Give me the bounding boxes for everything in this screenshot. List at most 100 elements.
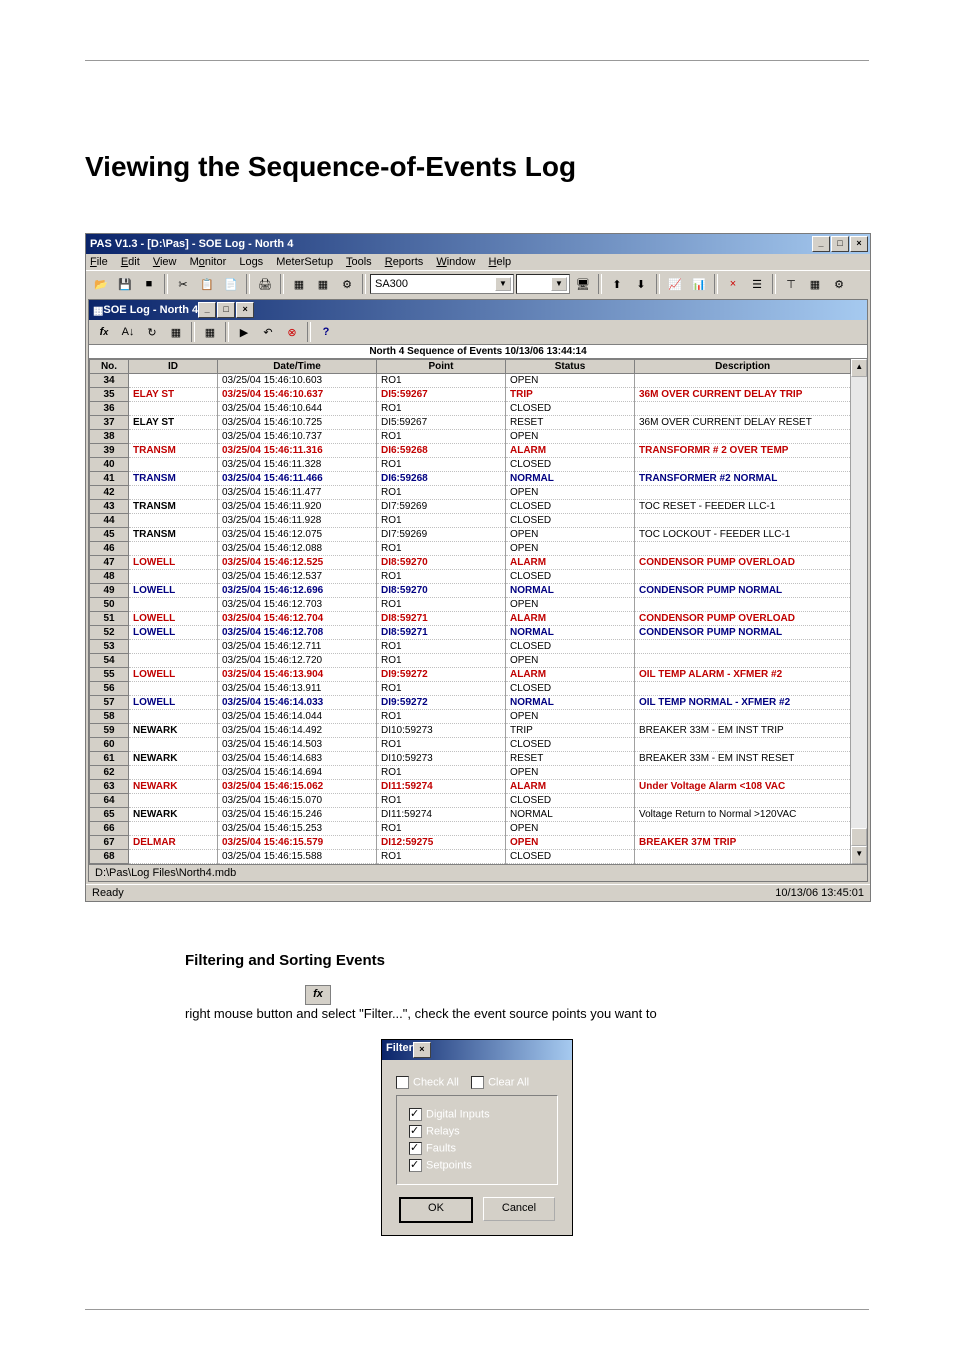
tool3-icon[interactable]: ⚙ [828,273,850,295]
refresh-icon[interactable]: ↻ [141,321,163,343]
select-icon[interactable]: ▦ [199,321,221,343]
menu-help[interactable]: Help [489,256,512,268]
menu-edit[interactable]: Edit [121,256,140,268]
close2-icon[interactable]: ⊗ [281,321,303,343]
device-combo[interactable] [516,274,570,294]
menu-logs[interactable]: Logs [239,256,263,268]
table-row[interactable]: 45TRANSM03/25/04 15:46:12.075DI7:59269OP… [90,528,851,542]
close-button[interactable]: × [850,236,868,252]
grid2-icon[interactable]: ▦ [312,273,334,295]
table-row[interactable]: 4803/25/04 15:46:12.537RO1CLOSED [90,570,851,584]
menu-view[interactable]: View [153,256,177,268]
table-row[interactable]: 37ELAY ST03/25/04 15:46:10.725DI5:59267R… [90,416,851,430]
relays-checkbox[interactable] [409,1125,422,1138]
col-status[interactable]: Status [506,360,635,374]
save-icon[interactable]: 💾 [114,273,136,295]
table-row[interactable]: 5603/25/04 15:46:13.911RO1CLOSED [90,682,851,696]
table-row[interactable]: 51LOWELL03/25/04 15:46:12.704DI8:59271AL… [90,612,851,626]
help-icon[interactable]: ? [315,321,337,343]
maximize-button[interactable]: □ [831,236,849,252]
table-row[interactable]: 5003/25/04 15:46:12.703RO1OPEN [90,598,851,612]
copy-icon[interactable]: 📋 [196,273,218,295]
table-row[interactable]: 65NEWARK03/25/04 15:46:15.246DI11:59274N… [90,808,851,822]
download-icon[interactable]: ⬇ [630,273,652,295]
filter-titlebar[interactable]: Filter × [382,1040,572,1060]
menu-monitor[interactable]: Monitor [190,256,227,268]
inner-titlebar[interactable]: ▦ SOE Log - North 4 _ □ × [89,300,867,320]
table-row[interactable]: 49LOWELL03/25/04 15:46:12.696DI8:59270NO… [90,584,851,598]
upload-icon[interactable]: ⬆ [606,273,628,295]
scroll-up-icon[interactable]: ▲ [851,359,867,377]
table-row[interactable]: 35ELAY ST03/25/04 15:46:10.637DI5:59267T… [90,388,851,402]
setpoints-checkbox[interactable] [409,1159,422,1172]
props-icon[interactable]: ▦ [165,321,187,343]
table-row[interactable]: 67DELMAR03/25/04 15:46:15.579DI12:59275O… [90,836,851,850]
table-row[interactable]: 4403/25/04 15:46:11.928RO1CLOSED [90,514,851,528]
vertical-scrollbar[interactable]: ▲ ▼ [851,359,867,864]
config-icon[interactable]: ⚙ [336,273,358,295]
table-row[interactable]: 59NEWARK03/25/04 15:46:14.492DI10:59273T… [90,724,851,738]
table-row[interactable]: 6003/25/04 15:46:14.503RO1CLOSED [90,738,851,752]
table-row[interactable]: 4003/25/04 15:46:11.328RO1CLOSED [90,458,851,472]
table-row[interactable]: 3603/25/04 15:46:10.644RO1CLOSED [90,402,851,416]
table-row[interactable]: 4603/25/04 15:46:12.088RO1OPEN [90,542,851,556]
undo-icon[interactable]: ↶ [257,321,279,343]
col-datetime[interactable]: Date/Time [218,360,377,374]
minimize-button[interactable]: _ [812,236,830,252]
table-row[interactable]: 3803/25/04 15:46:10.737RO1OPEN [90,430,851,444]
check-all-checkbox[interactable] [396,1076,409,1089]
inner-close-button[interactable]: × [236,302,254,318]
chart2-icon[interactable]: 📊 [688,273,710,295]
inner-maximize-button[interactable]: □ [217,302,235,318]
col-no[interactable]: No. [90,360,129,374]
scroll-down-icon[interactable]: ▼ [851,846,867,864]
grid1-icon[interactable]: ▦ [288,273,310,295]
table-row[interactable]: 57LOWELL03/25/04 15:46:14.033DI9:59272NO… [90,696,851,710]
ok-button[interactable]: OK [399,1197,473,1223]
stop-icon[interactable]: ■ [138,273,160,295]
table-row[interactable]: 52LOWELL03/25/04 15:46:12.708DI8:59271NO… [90,626,851,640]
table-row[interactable]: 4203/25/04 15:46:11.477RO1OPEN [90,486,851,500]
table-row[interactable]: 6403/25/04 15:46:15.070RO1CLOSED [90,794,851,808]
scroll-track[interactable] [851,377,867,828]
table-row[interactable]: 61NEWARK03/25/04 15:46:14.683DI10:59273R… [90,752,851,766]
scroll-thumb[interactable] [851,828,867,846]
titlebar[interactable]: PAS V1.3 - [D:\Pas] - SOE Log - North 4 … [86,234,870,254]
table-row[interactable]: 3403/25/04 15:46:10.603RO1OPEN [90,374,851,388]
site-combo[interactable]: SA300 [370,274,514,294]
delete-icon[interactable]: × [722,273,744,295]
tool1-icon[interactable]: ⊤ [780,273,802,295]
tool2-icon[interactable]: ▦ [804,273,826,295]
menu-tools[interactable]: Tools [346,256,372,268]
faults-checkbox[interactable] [409,1142,422,1155]
table-row[interactable]: 55LOWELL03/25/04 15:46:13.904DI9:59272AL… [90,668,851,682]
table-row[interactable]: 39TRANSM03/25/04 15:46:11.316DI6:59268AL… [90,444,851,458]
clear-all-checkbox[interactable] [471,1076,484,1089]
cut-icon[interactable]: ✂ [172,273,194,295]
menu-window[interactable]: Window [436,256,475,268]
menu-reports[interactable]: Reports [385,256,424,268]
table-row[interactable]: 5303/25/04 15:46:12.711RO1CLOSED [90,640,851,654]
menu-file[interactable]: File [90,256,108,268]
print-icon[interactable]: 🖨 [254,273,276,295]
filter-close-icon[interactable]: × [413,1042,431,1058]
table-row[interactable]: 6203/25/04 15:46:14.694RO1OPEN [90,766,851,780]
list-icon[interactable]: ☰ [746,273,768,295]
table-row[interactable]: 6603/25/04 15:46:15.253RO1OPEN [90,822,851,836]
open-icon[interactable]: 📂 [90,273,112,295]
table-row[interactable]: 41TRANSM03/25/04 15:46:11.466DI6:59268NO… [90,472,851,486]
col-description[interactable]: Description [635,360,851,374]
col-id[interactable]: ID [129,360,218,374]
table-row[interactable]: 47LOWELL03/25/04 15:46:12.525DI8:59270AL… [90,556,851,570]
table-row[interactable]: 6803/25/04 15:46:15.588RO1CLOSED [90,850,851,864]
table-row[interactable]: 43TRANSM03/25/04 15:46:11.920DI7:59269CL… [90,500,851,514]
table-row[interactable]: 5803/25/04 15:46:14.044RO1OPEN [90,710,851,724]
cancel-button[interactable]: Cancel [483,1197,555,1221]
menu-metersetup[interactable]: MeterSetup [276,256,333,268]
inner-minimize-button[interactable]: _ [198,302,216,318]
chart1-icon[interactable]: 📈 [664,273,686,295]
fx-icon[interactable]: fx [93,321,115,343]
monitor-icon[interactable]: 🖥 [572,273,594,295]
table-row[interactable]: 63NEWARK03/25/04 15:46:15.062DI11:59274A… [90,780,851,794]
col-point[interactable]: Point [377,360,506,374]
